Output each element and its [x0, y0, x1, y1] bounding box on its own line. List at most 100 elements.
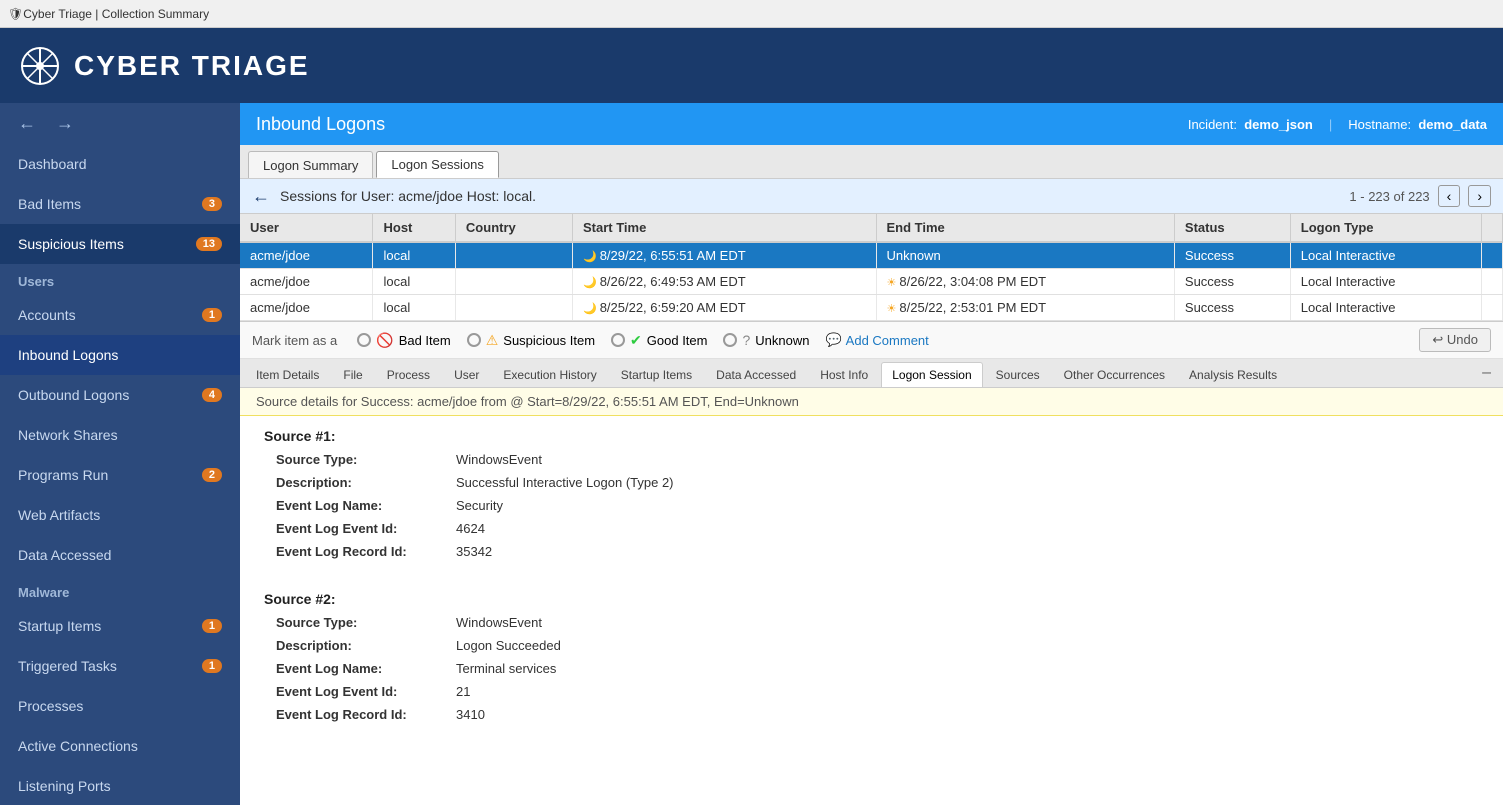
- sidebar-item-processes[interactable]: Processes: [0, 686, 240, 726]
- sources-container: Source #1: Source Type: WindowsEvent Des…: [240, 416, 1503, 742]
- sidebar-item-inbound-logons[interactable]: Inbound Logons: [0, 335, 240, 375]
- detail-tab-process[interactable]: Process: [376, 362, 441, 387]
- sidebar-item-active-connections[interactable]: Active Connections: [0, 726, 240, 766]
- col-user: User: [240, 214, 373, 242]
- radio-suspicious[interactable]: [467, 333, 481, 347]
- detail-tab-host-info[interactable]: Host Info: [809, 362, 879, 387]
- sidebar-item-label: Startup Items: [18, 618, 101, 634]
- sidebar-item-label: Processes: [18, 698, 83, 714]
- sessions-back-button[interactable]: ←: [252, 186, 270, 207]
- radio-good[interactable]: [611, 333, 625, 347]
- sidebar-item-label: Data Accessed: [18, 547, 111, 563]
- field-label: Description:: [276, 638, 456, 653]
- add-comment-label: Add Comment: [846, 333, 929, 348]
- cell-user: acme/jdoe: [240, 269, 373, 295]
- sidebar-item-dashboard[interactable]: Dashboard: [0, 144, 240, 184]
- cell-end-time: ☀8/25/22, 2:53:01 PM EDT: [876, 295, 1174, 321]
- sidebar-item-bad-items[interactable]: Bad Items 3: [0, 184, 240, 224]
- field-label: Event Log Record Id:: [276, 544, 456, 559]
- pagination-prev-button[interactable]: ‹: [1438, 185, 1461, 207]
- cell-status: Success: [1174, 295, 1290, 321]
- cell-scroll: [1482, 242, 1503, 269]
- col-host: Host: [373, 214, 455, 242]
- table-row[interactable]: acme/jdoe local 🌙8/26/22, 6:49:53 AM EDT…: [240, 269, 1503, 295]
- page-header: Inbound Logons Incident: demo_json | Hos…: [240, 103, 1503, 145]
- pagination-text: 1 - 223 of 223: [1349, 189, 1429, 204]
- sidebar-item-network-shares[interactable]: Network Shares: [0, 415, 240, 455]
- tab-logon-sessions[interactable]: Logon Sessions: [376, 151, 499, 178]
- cell-scroll: [1482, 295, 1503, 321]
- detail-tab-logon-session[interactable]: Logon Session: [881, 362, 982, 387]
- tab-logon-summary[interactable]: Logon Summary: [248, 151, 373, 178]
- cell-host: local: [373, 242, 455, 269]
- detail-tab-close-button[interactable]: –: [1474, 364, 1499, 382]
- page-header-meta: Incident: demo_json | Hostname: demo_dat…: [1188, 117, 1487, 132]
- sidebar: ← → Dashboard Bad Items 3 Suspicious Ite…: [0, 103, 240, 805]
- cell-start-time: 🌙8/29/22, 6:55:51 AM EDT: [572, 242, 876, 269]
- cell-country: [455, 295, 572, 321]
- detail-tab-data-accessed[interactable]: Data Accessed: [705, 362, 807, 387]
- section-label: Malware: [18, 585, 69, 600]
- badge-triggered-tasks: 1: [202, 659, 222, 673]
- sessions-title: Sessions for User: acme/jdoe Host: local…: [280, 188, 536, 204]
- sidebar-item-programs-run[interactable]: Programs Run 2: [0, 455, 240, 495]
- sessions-pagination: 1 - 223 of 223 ‹ ›: [1349, 185, 1491, 207]
- field-row: Event Log Name: Security: [276, 498, 1479, 513]
- sidebar-item-outbound-logons[interactable]: Outbound Logons 4: [0, 375, 240, 415]
- detail-tab-file[interactable]: File: [332, 362, 373, 387]
- sidebar-item-label: Active Connections: [18, 738, 138, 754]
- sidebar-item-web-artifacts[interactable]: Web Artifacts: [0, 495, 240, 535]
- sidebar-item-startup-items[interactable]: Startup Items 1: [0, 606, 240, 646]
- unknown-label: Unknown: [755, 333, 809, 348]
- field-row: Source Type: WindowsEvent: [276, 615, 1479, 630]
- mark-option-good[interactable]: ✔ Good Item: [611, 332, 707, 349]
- pagination-next-button[interactable]: ›: [1468, 185, 1491, 207]
- radio-bad[interactable]: [357, 333, 371, 347]
- back-nav-button[interactable]: ←: [12, 111, 42, 136]
- sidebar-item-suspicious-items[interactable]: Suspicious Items 13: [0, 224, 240, 264]
- detail-tab-analysis-results[interactable]: Analysis Results: [1178, 362, 1288, 387]
- sidebar-item-accounts[interactable]: Accounts 1: [0, 295, 240, 335]
- field-label: Description:: [276, 475, 456, 490]
- mark-option-suspicious[interactable]: ⚠ Suspicious Item: [467, 332, 595, 349]
- cell-user: acme/jdoe: [240, 295, 373, 321]
- sidebar-item-label: Web Artifacts: [18, 507, 100, 523]
- mark-option-unknown[interactable]: ? Unknown: [723, 332, 809, 348]
- detail-tab-startup-items[interactable]: Startup Items: [610, 362, 703, 387]
- sidebar-item-data-accessed[interactable]: Data Accessed: [0, 535, 240, 575]
- sidebar-item-triggered-tasks[interactable]: Triggered Tasks 1: [0, 646, 240, 686]
- radio-unknown[interactable]: [723, 333, 737, 347]
- badge-accounts: 1: [202, 308, 222, 322]
- table-row[interactable]: acme/jdoe local 🌙8/29/22, 6:55:51 AM EDT…: [240, 242, 1503, 269]
- add-comment-button[interactable]: 💬 Add Comment: [825, 332, 928, 348]
- sessions-header: ← Sessions for User: acme/jdoe Host: loc…: [240, 179, 1503, 214]
- field-value: WindowsEvent: [456, 452, 542, 467]
- app-logo-icon: [20, 46, 60, 86]
- sidebar-item-listening-ports[interactable]: Listening Ports: [0, 766, 240, 805]
- detail-tab-user[interactable]: User: [443, 362, 490, 387]
- cell-logon-type: Local Interactive: [1290, 242, 1481, 269]
- field-row: Description: Logon Succeeded: [276, 638, 1479, 653]
- cell-user: acme/jdoe: [240, 242, 373, 269]
- mark-label: Mark item as a: [252, 333, 337, 348]
- titlebar-icon: 🛡: [8, 7, 23, 21]
- detail-tab-execution-history[interactable]: Execution History: [492, 362, 607, 387]
- source-fields: Source Type: WindowsEvent Description: S…: [264, 452, 1479, 559]
- table-row[interactable]: acme/jdoe local 🌙8/25/22, 6:59:20 AM EDT…: [240, 295, 1503, 321]
- incident-label: Incident: demo_json: [1188, 117, 1313, 132]
- cell-end-time: Unknown: [876, 242, 1174, 269]
- undo-button[interactable]: ↩ Undo: [1419, 328, 1491, 352]
- field-value: Security: [456, 498, 503, 513]
- col-status: Status: [1174, 214, 1290, 242]
- hostname-label: Hostname: demo_data: [1348, 117, 1487, 132]
- col-end-time: End Time: [876, 214, 1174, 242]
- detail-tab-sources[interactable]: Sources: [985, 362, 1051, 387]
- field-value: WindowsEvent: [456, 615, 542, 630]
- forward-nav-button[interactable]: →: [50, 111, 80, 136]
- field-value: 21: [456, 684, 470, 699]
- detail-tab-item-details[interactable]: Item Details: [245, 362, 330, 387]
- mark-option-bad[interactable]: 🚫 Bad Item: [357, 332, 450, 349]
- detail-tab-other-occurrences[interactable]: Other Occurrences: [1053, 362, 1176, 387]
- field-value: 4624: [456, 521, 485, 536]
- incident-value: demo_json: [1244, 117, 1313, 132]
